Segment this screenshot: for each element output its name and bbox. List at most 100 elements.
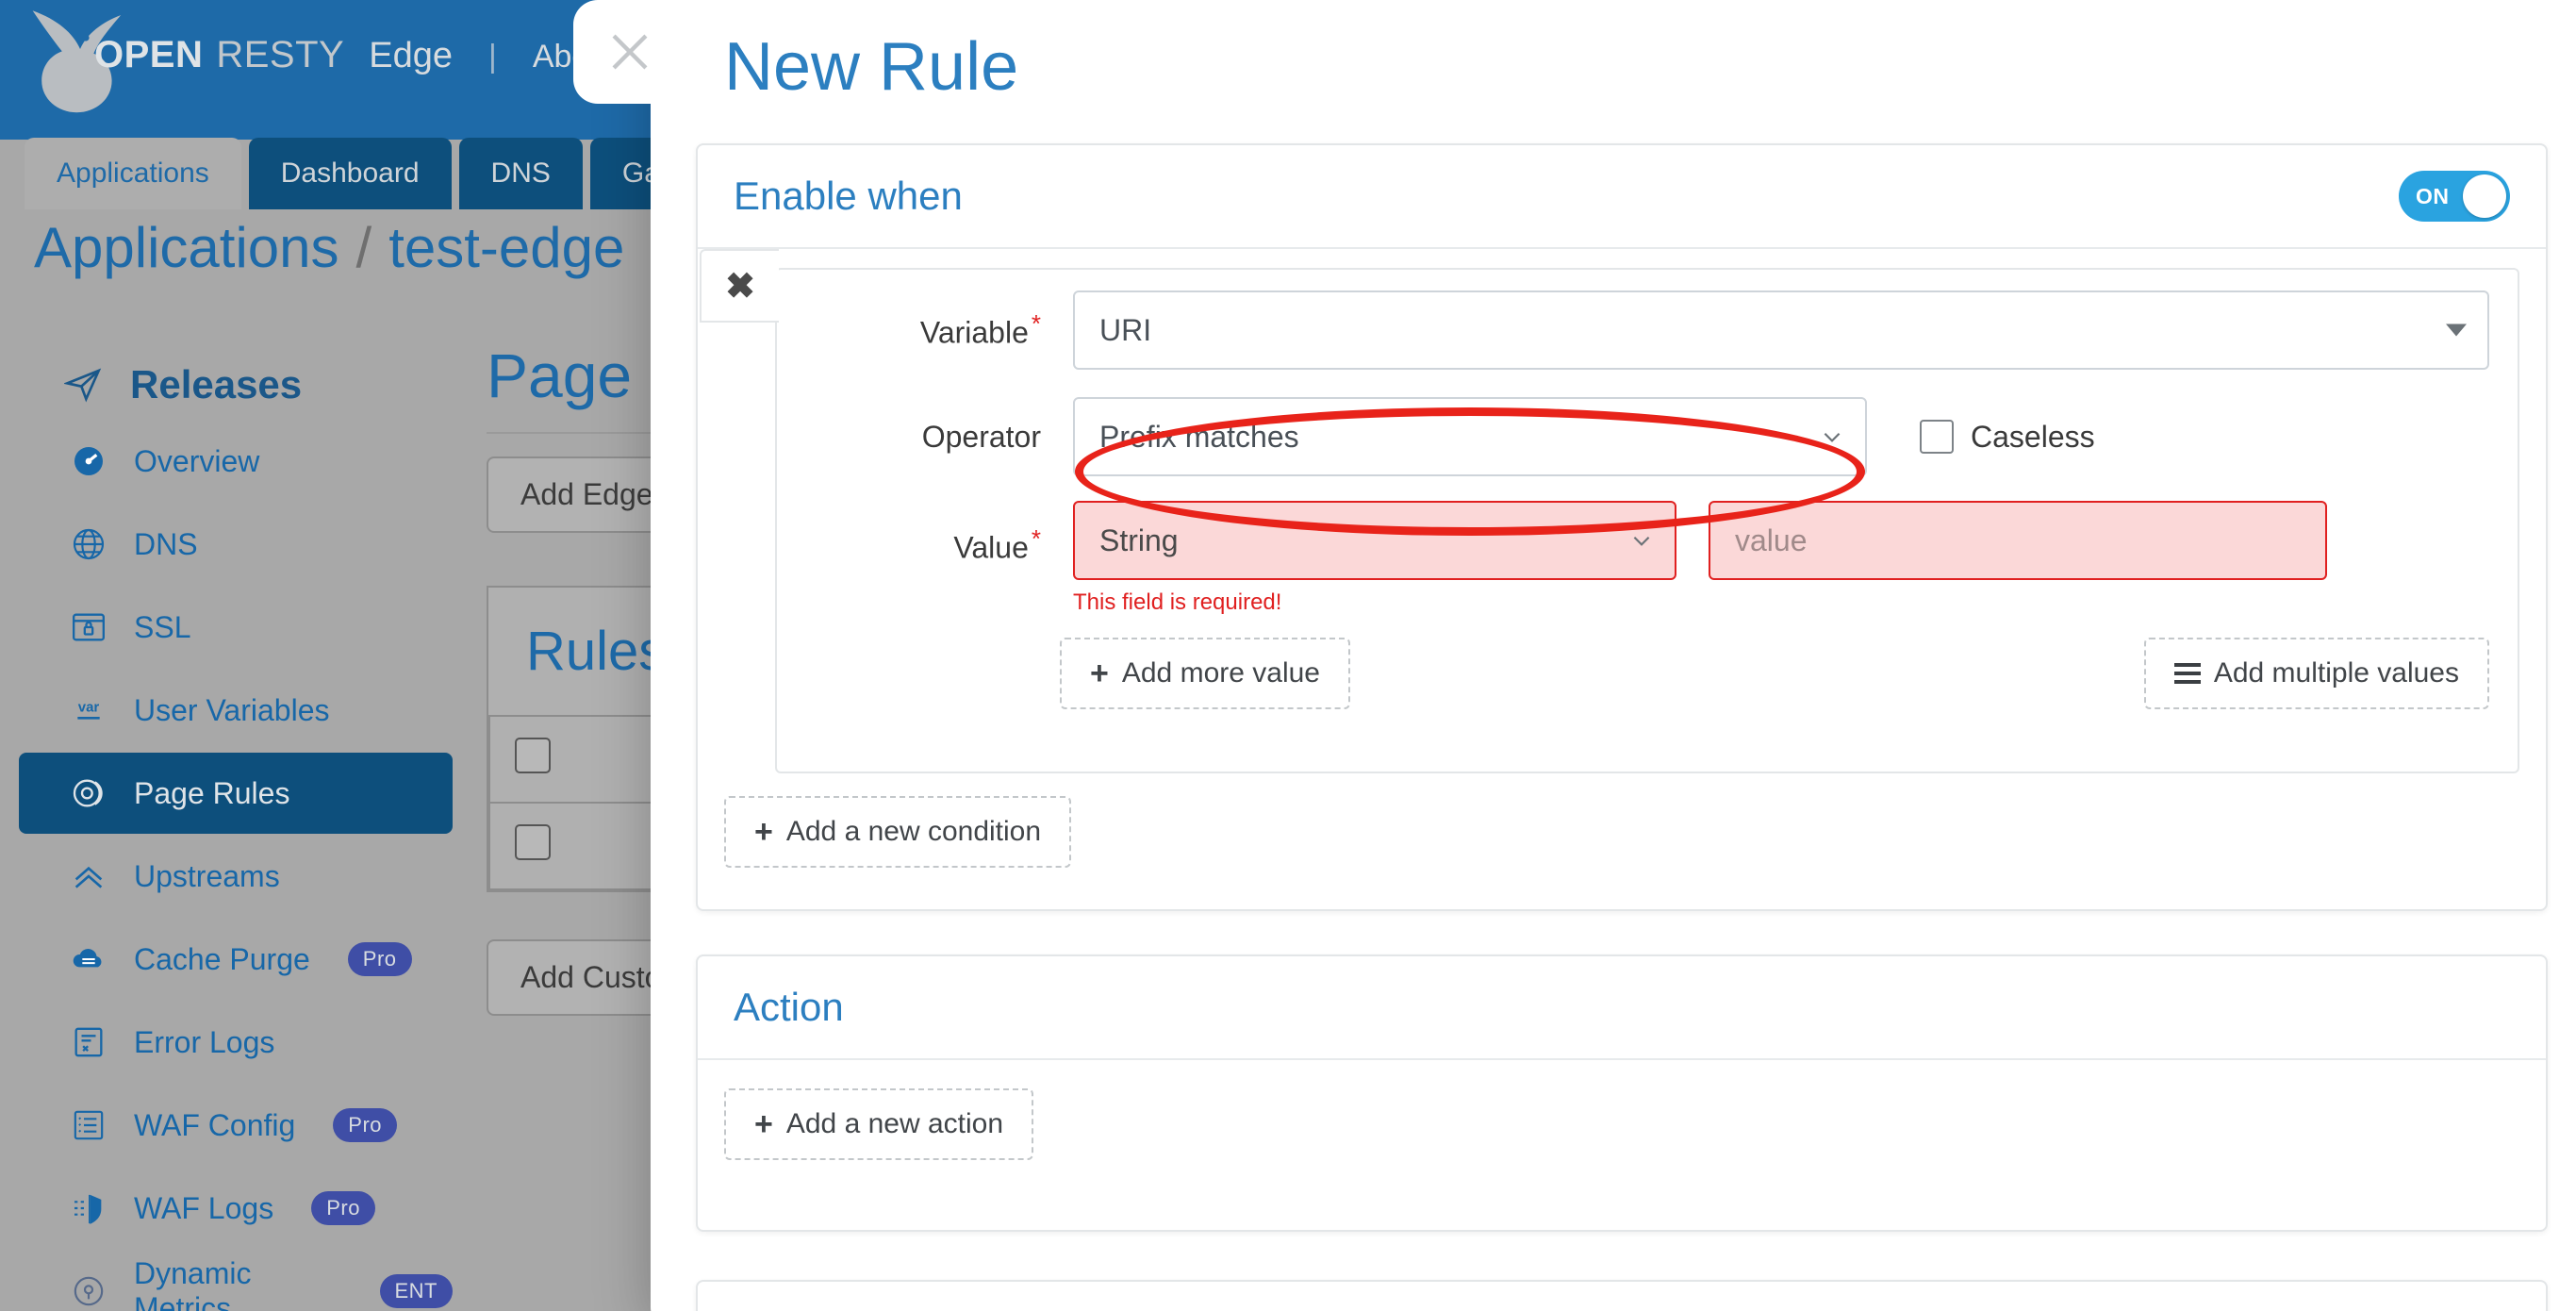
value-type-select[interactable]: String <box>1073 501 1676 580</box>
enable-when-toggle[interactable]: ON <box>2399 171 2510 222</box>
action-header: Action <box>698 956 2546 1060</box>
caret-down-icon <box>2446 324 2467 337</box>
document-error-icon <box>68 1021 109 1063</box>
sidebar-item-label: Cache Purge <box>134 941 310 976</box>
sidebar-item-label: Error Logs <box>134 1024 275 1059</box>
modal-close-button[interactable] <box>573 0 686 104</box>
variable-label: Variable * <box>919 309 1041 350</box>
add-more-value-button[interactable]: + Add more value <box>1060 638 1350 709</box>
value-actions-row: + Add more value Add multiple values <box>1060 638 2489 709</box>
add-multiple-values-button[interactable]: Add multiple values <box>2143 638 2489 709</box>
sidebar: Releases Overview DNS SSL var User Varia… <box>19 349 453 1311</box>
sidebar-item-label: WAF Config <box>134 1107 296 1142</box>
breadcrumb-separator: / <box>355 216 372 279</box>
select-all-checkbox[interactable] <box>515 738 551 773</box>
hamburger-icon <box>2173 663 2201 684</box>
browser-lock-icon <box>68 606 109 648</box>
variable-row: Variable * URI <box>758 290 2489 370</box>
paper-plane-icon <box>62 364 104 406</box>
caseless-label: Caseless <box>1971 419 2095 454</box>
sidebar-item-error-logs[interactable]: Error Logs <box>19 1002 453 1083</box>
sidebar-item-user-variables[interactable]: var User Variables <box>19 670 453 751</box>
tab-dashboard[interactable]: Dashboard <box>248 138 452 209</box>
screen-root: OPEN RESTY Edge | About Applications Das… <box>0 0 2576 1311</box>
brand-product-text: Edge <box>369 36 453 75</box>
operator-label: Operator <box>921 419 1041 454</box>
toggle-knob <box>2463 174 2506 218</box>
sidebar-item-label: DNS <box>134 526 198 561</box>
operator-select[interactable]: Prefix matches <box>1073 397 1867 476</box>
tab-dns[interactable]: DNS <box>458 138 583 209</box>
waf-logs-icon <box>68 1187 109 1229</box>
breadcrumb-root[interactable]: Applications <box>34 216 339 279</box>
sidebar-item-waf-config[interactable]: WAF Config Pro <box>19 1085 453 1166</box>
value-type-group: String This field is required! <box>1073 501 1676 616</box>
chevron-down-icon <box>1629 528 1654 553</box>
enable-when-panel: Enable when ON ✖ Variable * URI Operator… <box>696 143 2548 911</box>
sidebar-item-ssl[interactable]: SSL <box>19 587 453 668</box>
var-icon: var <box>68 689 109 731</box>
sidebar-item-cache-purge[interactable]: Cache Purge Pro <box>19 919 453 1000</box>
plus-icon: + <box>754 1106 773 1142</box>
operator-row: Operator Prefix matches Caseless <box>758 397 2489 476</box>
add-new-action-button[interactable]: + Add a new action <box>724 1088 1034 1160</box>
tab-applications[interactable]: Applications <box>25 138 241 209</box>
caseless-checkbox-wrapper[interactable]: Caseless <box>1920 420 2095 455</box>
required-marker: * <box>1031 309 1041 339</box>
sidebar-item-label: WAF Logs <box>134 1190 274 1225</box>
sidebar-item-dynamic-metrics[interactable]: Dynamic Metrics ENT <box>19 1251 453 1311</box>
sidebar-item-dns[interactable]: DNS <box>19 504 453 585</box>
sidebar-badge-pro: Pro <box>333 1108 398 1142</box>
value-error-message: This field is required! <box>1073 589 1282 615</box>
row-checkbox[interactable] <box>515 824 551 860</box>
required-marker: * <box>1031 524 1041 553</box>
toggle-state-label: ON <box>2416 183 2450 208</box>
sidebar-item-upstreams[interactable]: Upstreams <box>19 836 453 917</box>
variable-select[interactable]: URI <box>1073 290 2489 370</box>
operator-selected-value: Prefix matches <box>1099 419 1299 454</box>
close-x-icon <box>612 34 648 70</box>
add-new-condition-button[interactable]: + Add a new condition <box>724 796 1072 868</box>
main-tab-strip: Applications Dashboard DNS Gat <box>0 138 701 209</box>
add-new-action-label: Add a new action <box>785 1108 1004 1139</box>
add-new-condition-label: Add a new condition <box>785 816 1042 847</box>
sidebar-item-label: Overview <box>134 443 260 478</box>
sidebar-item-label: Page Rules <box>134 775 290 810</box>
sidebar-item-label: Dynamic Metrics <box>134 1256 252 1311</box>
condition-box: ✖ Variable* URI Operator Prefix matches <box>700 249 2519 773</box>
value-type-selected: String <box>1099 523 1179 557</box>
brand-separator: | <box>487 39 497 75</box>
gauge-icon <box>68 440 109 482</box>
sidebar-header-label: Releases <box>130 362 303 407</box>
sidebar-badge-pro: Pro <box>311 1191 375 1225</box>
value-input[interactable]: value <box>1709 501 2327 580</box>
sidebar-item-label: User Variables <box>134 692 330 727</box>
sidebar-item-waf-logs[interactable]: WAF Logs Pro <box>19 1168 453 1249</box>
value-row: Value * String This field is required! va… <box>758 501 2489 616</box>
variable-selected-value: URI <box>1099 312 1152 347</box>
svg-text:var: var <box>78 700 100 716</box>
sidebar-item-page-rules[interactable]: Page Rules <box>19 753 453 834</box>
new-rule-modal: New Rule Enable when ON ✖ Variable* URI <box>573 0 2576 1311</box>
enable-when-title: Enable when <box>734 174 963 218</box>
brand-open-text: OPEN <box>94 34 204 75</box>
action-panel: Action + Add a new action <box>696 954 2548 1232</box>
breadcrumb-current: test-edge <box>388 216 625 279</box>
sidebar-item-overview[interactable]: Overview <box>19 421 453 502</box>
sidebar-item-label: SSL <box>134 609 191 644</box>
enable-when-header: Enable when ON <box>698 145 2546 249</box>
sidebar-item-label: Upstreams <box>134 858 280 893</box>
list-config-icon <box>68 1104 109 1146</box>
third-panel <box>696 1280 2548 1311</box>
remove-condition-x-icon: ✖ <box>725 266 755 307</box>
add-more-value-label: Add more value <box>1121 657 1320 689</box>
brand-wordmark: OPEN RESTY Edge | About <box>94 34 617 76</box>
breadcrumb: Applications / test-edge <box>34 215 624 280</box>
add-multiple-values-label: Add multiple values <box>2213 657 2459 689</box>
action-title: Action <box>734 985 844 1029</box>
value-label: Value * <box>953 524 1041 565</box>
caseless-checkbox[interactable] <box>1920 420 1954 454</box>
globe-dns-icon <box>68 523 109 565</box>
sidebar-header-releases[interactable]: Releases <box>19 349 453 421</box>
page-rules-icon <box>68 772 109 814</box>
